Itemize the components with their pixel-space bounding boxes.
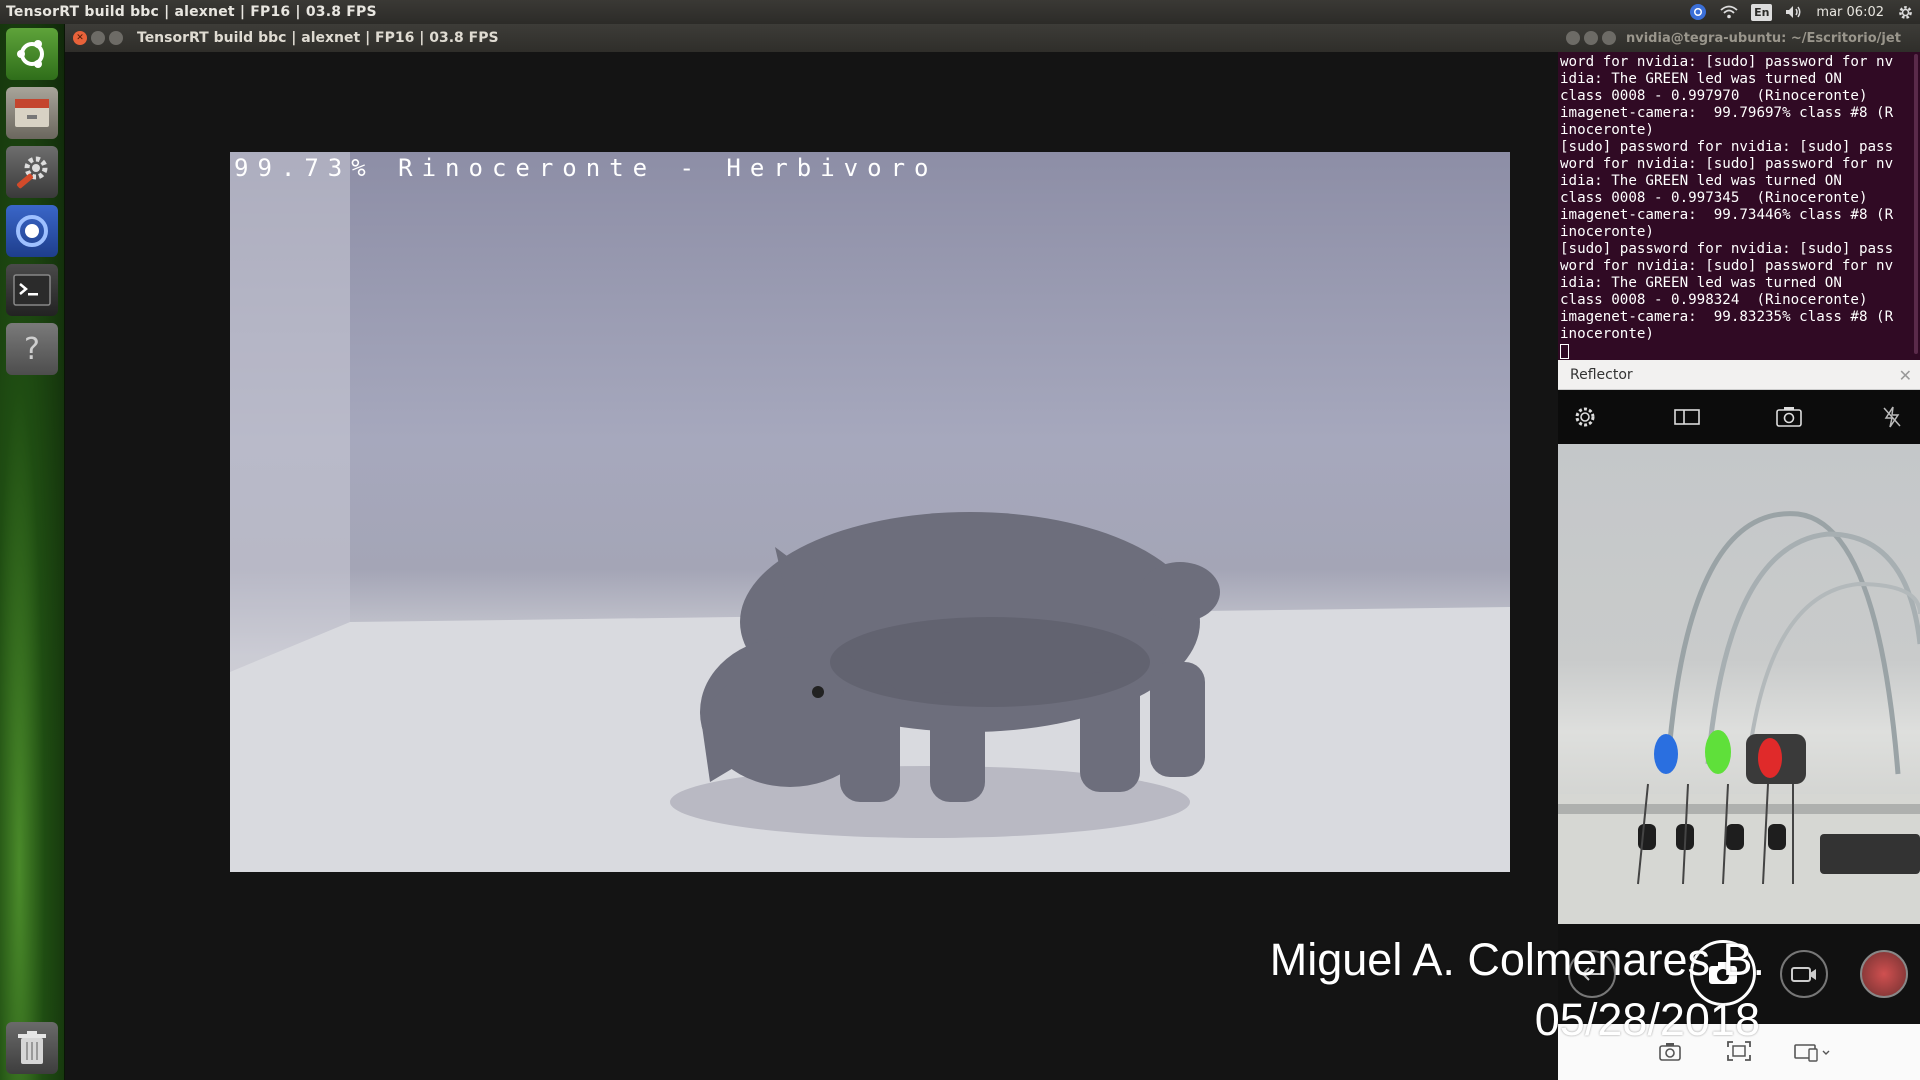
- terminal-line: inoceronte): [1560, 122, 1654, 138]
- video-icon[interactable]: [1780, 950, 1828, 998]
- camera-window-titlebar[interactable]: ✕ TensorRT build bbc | alexnet | FP16 | …: [65, 24, 1558, 52]
- terminal-line: idia: The GREEN led was turned ON: [1560, 173, 1842, 189]
- terminal-title: nvidia@tegra-ubuntu: ~/Escritorio/jet: [1626, 30, 1901, 46]
- gear-icon[interactable]: [1897, 4, 1914, 21]
- terminal-line: imagenet-camera: 99.79697% class #8 (R: [1560, 105, 1894, 121]
- trash-icon[interactable]: [6, 1022, 58, 1074]
- files-icon[interactable]: [6, 87, 58, 139]
- terminal-icon[interactable]: [6, 264, 58, 316]
- breadboard-photo: [1558, 511, 1920, 924]
- terminal-close-button[interactable]: [1566, 31, 1580, 45]
- terminal-line: inoceronte): [1560, 326, 1654, 342]
- terminal-line: [sudo] password for nvidia: [sudo] pass: [1560, 139, 1894, 155]
- switch-camera-icon[interactable]: [1775, 404, 1803, 430]
- language-label: En: [1754, 5, 1770, 19]
- chromium-icon[interactable]: [6, 205, 58, 257]
- svg-text:?: ?: [24, 332, 40, 367]
- terminal-window[interactable]: nvidia@tegra-ubuntu: ~/Escritorio/jet wo…: [1558, 24, 1920, 360]
- classification-overlay: 99.73% Rinoceronte - Herbivoro: [234, 154, 938, 182]
- indicator-area: En mar 06:02: [1689, 0, 1914, 24]
- gallery-thumbnail[interactable]: [1860, 950, 1908, 998]
- terminal-output[interactable]: word for nvidia: [sudo] password for nv i…: [1558, 52, 1920, 360]
- keyboard-language-indicator[interactable]: En: [1751, 3, 1773, 21]
- flash-off-icon[interactable]: [1878, 404, 1906, 430]
- terminal-titlebar[interactable]: nvidia@tegra-ubuntu: ~/Escritorio/jet: [1558, 24, 1920, 52]
- minimize-button[interactable]: [91, 31, 105, 45]
- aspect-ratio-icon[interactable]: [1673, 404, 1701, 430]
- terminal-minimize-button[interactable]: [1584, 31, 1598, 45]
- camera-window: 99.73% Rinoceronte - Herbivoro: [65, 52, 1558, 1080]
- terminal-cursor: [1560, 343, 1569, 359]
- terminal-line: word for nvidia: [sudo] password for nv: [1560, 258, 1894, 274]
- close-button[interactable]: ✕: [73, 31, 87, 45]
- help-icon[interactable]: ?: [6, 323, 58, 375]
- reflector-title: Reflector: [1570, 366, 1633, 383]
- terminal-line: word for nvidia: [sudo] password for nv: [1560, 54, 1894, 70]
- camera-feed: 99.73% Rinoceronte - Herbivoro: [230, 152, 1510, 872]
- date-watermark: 05/28/2018: [1534, 994, 1760, 1045]
- system-settings-icon[interactable]: [6, 146, 58, 198]
- author-watermark: Miguel A. Colmenares B.: [1269, 934, 1765, 985]
- rhino-photo: [230, 152, 1510, 872]
- ubuntu-dash-icon[interactable]: [6, 28, 58, 80]
- reflector-titlebar[interactable]: Reflector ✕: [1558, 360, 1920, 390]
- terminal-line: imagenet-camera: 99.73446% class #8 (R: [1560, 207, 1894, 223]
- terminal-line: [sudo] password for nvidia: [sudo] pass: [1560, 241, 1894, 257]
- phone-camera-preview: [1558, 444, 1920, 924]
- terminal-scrollbar[interactable]: [1914, 54, 1918, 354]
- terminal-maximize-button[interactable]: [1602, 31, 1616, 45]
- terminal-line: idia: The GREEN led was turned ON: [1560, 275, 1842, 291]
- terminal-line: word for nvidia: [sudo] password for nv: [1560, 156, 1894, 172]
- active-window-title: TensorRT build bbc | alexnet | FP16 | 03…: [6, 4, 377, 20]
- window-title: TensorRT build bbc | alexnet | FP16 | 03…: [137, 30, 499, 46]
- wifi-icon[interactable]: [1720, 5, 1738, 19]
- top-panel: TensorRT build bbc | alexnet | FP16 | 03…: [0, 0, 1920, 24]
- chromium-indicator-icon[interactable]: [1689, 3, 1707, 21]
- terminal-line: class 0008 - 0.998324 (Rinoceronte): [1560, 292, 1868, 308]
- terminal-line: inoceronte): [1560, 224, 1654, 240]
- close-icon[interactable]: ✕: [1899, 366, 1912, 385]
- phone-camera-toolbar: [1558, 390, 1920, 444]
- volume-icon[interactable]: [1785, 5, 1803, 19]
- terminal-line: class 0008 - 0.997345 (Rinoceronte): [1560, 190, 1868, 206]
- device-select-icon[interactable]: [1793, 1042, 1833, 1066]
- unity-launcher: ?: [0, 24, 65, 1080]
- terminal-line: imagenet-camera: 99.83235% class #8 (R: [1560, 309, 1894, 325]
- settings-icon[interactable]: [1571, 404, 1599, 430]
- terminal-line: class 0008 - 0.997970 (Rinoceronte): [1560, 88, 1868, 104]
- terminal-line: idia: The GREEN led was turned ON: [1560, 71, 1842, 87]
- clock[interactable]: mar 06:02: [1816, 5, 1884, 20]
- maximize-button[interactable]: [109, 31, 123, 45]
